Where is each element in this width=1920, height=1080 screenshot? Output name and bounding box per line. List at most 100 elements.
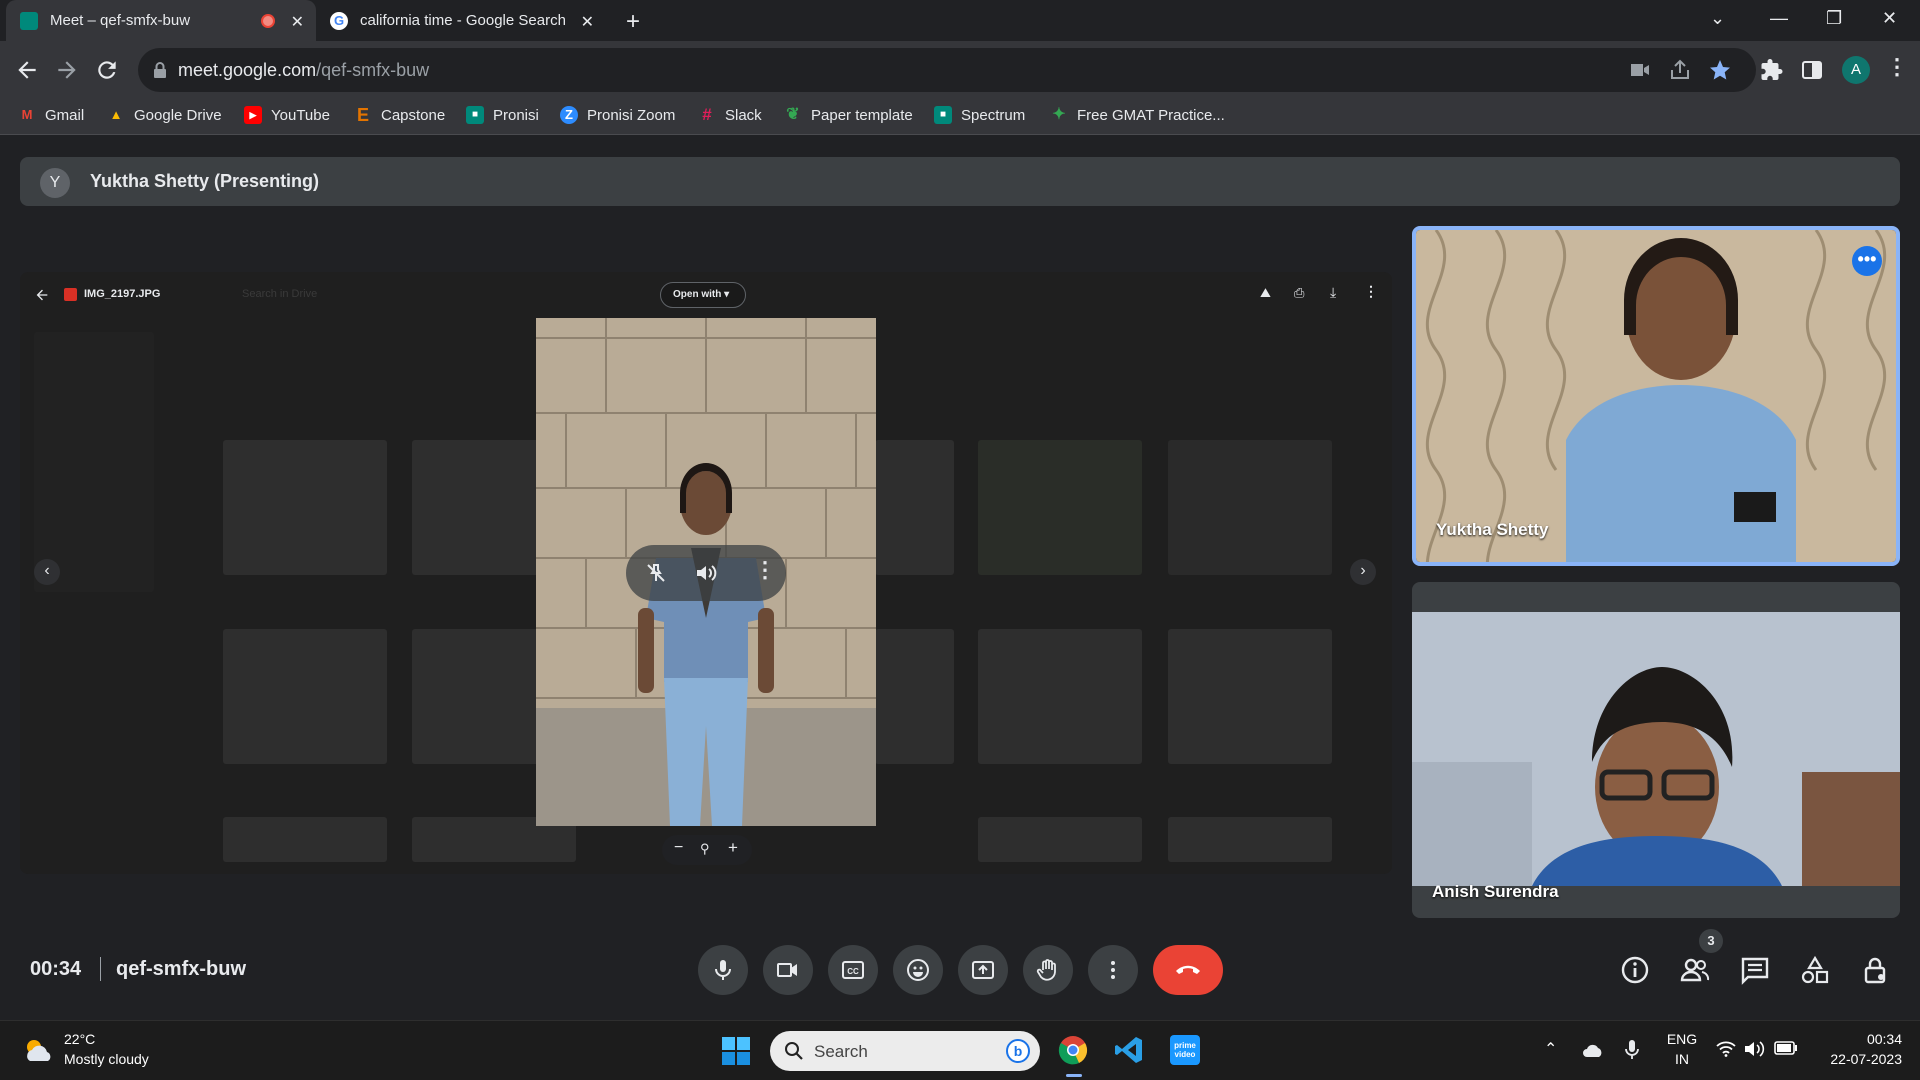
bookmark-google-drive[interactable]: ▲ Google Drive — [107, 106, 222, 124]
hang-up-icon — [1176, 965, 1200, 974]
bookmark-gmail[interactable]: M Gmail — [18, 106, 85, 124]
chat-icon[interactable] — [1740, 955, 1770, 985]
magnifier-icon: ⚲ — [700, 841, 710, 856]
share-page-icon[interactable] — [1668, 58, 1692, 82]
bookmark-slack[interactable]: # Slack — [698, 106, 761, 124]
browser-menu-icon[interactable]: ⋮ — [1886, 54, 1908, 80]
back-arrow-icon[interactable] — [14, 57, 40, 83]
vscode-taskbar-icon[interactable] — [1114, 1035, 1144, 1065]
bookmark-pronisi[interactable]: ■ Pronisi — [466, 106, 539, 124]
taskbar-search-box[interactable]: Search b — [770, 1031, 1040, 1071]
restore-icon[interactable]: ❐ — [1826, 8, 1842, 29]
minimize-icon[interactable]: — — [1770, 8, 1788, 29]
input-language[interactable]: ENG IN — [1664, 1031, 1700, 1067]
reload-icon[interactable] — [94, 57, 120, 83]
tile-options-icon[interactable]: ••• — [1852, 246, 1882, 276]
system-clock[interactable]: 00:34 22-07-2023 — [1812, 1031, 1902, 1067]
prime-video-taskbar-icon[interactable]: prime video — [1170, 1035, 1200, 1065]
presenter-avatar: Y — [40, 168, 70, 198]
hand-icon — [1036, 959, 1056, 981]
window-close-icon[interactable]: ✕ — [1882, 8, 1897, 29]
tab-google-search[interactable]: G california time - Google Search ✕ — [316, 0, 606, 41]
speaker-icon — [697, 565, 717, 581]
drive-viewer-header: IMG_2197.JPG Search in Drive Open with ▾… — [20, 272, 1392, 318]
close-tab-icon[interactable]: ✕ — [581, 12, 594, 32]
close-tab-icon[interactable]: ✕ — [291, 12, 304, 32]
drive-thumbnail — [223, 629, 387, 764]
file-name: IMG_2197.JPG — [84, 288, 161, 300]
add-shortcut-icon: ⛰ — [1260, 285, 1271, 300]
shared-screen[interactable]: IMG_2197.JPG Search in Drive Open with ▾… — [20, 272, 1392, 874]
windows-taskbar: 22°C Mostly cloudy Search b prime video ⌃… — [0, 1020, 1920, 1080]
drive-thumbnail — [875, 440, 954, 575]
emoji-icon — [907, 959, 929, 981]
image-file-icon — [64, 288, 77, 301]
microphone-button[interactable] — [698, 945, 748, 995]
activities-icon[interactable] — [1800, 955, 1830, 985]
search-label: Search — [814, 1042, 868, 1061]
meet-icon: ■ — [466, 106, 484, 124]
forward-arrow-icon[interactable] — [54, 57, 80, 83]
windows-start-icon[interactable] — [722, 1037, 750, 1065]
youtube-icon: ▶ — [244, 106, 262, 124]
bookmark-capstone[interactable]: E Capstone — [354, 106, 445, 124]
svg-text:b: b — [1014, 1043, 1023, 1059]
drive-thumbnail — [978, 817, 1142, 862]
host-controls-lock-icon[interactable] — [1860, 955, 1890, 985]
onedrive-icon[interactable] — [1582, 1042, 1604, 1058]
drive-thumbnail — [978, 440, 1142, 575]
participant-tile-anish[interactable]: Anish Surendra — [1412, 582, 1900, 918]
chrome-taskbar-icon[interactable] — [1058, 1035, 1088, 1065]
bookmark-spectrum[interactable]: ■ Spectrum — [934, 106, 1025, 124]
reactions-button[interactable] — [893, 945, 943, 995]
show-hidden-icons-icon[interactable]: ⌃ — [1544, 1039, 1557, 1059]
bookmark-star-icon[interactable] — [1708, 58, 1732, 82]
profile-avatar[interactable]: A — [1842, 56, 1870, 84]
drive-thumbnail — [1168, 817, 1332, 862]
tray-microphone-icon[interactable] — [1624, 1039, 1640, 1061]
bookmark-pronisi-zoom[interactable]: Z Pronisi Zoom — [560, 106, 675, 124]
camera-icon — [777, 963, 797, 977]
capstone-icon: E — [356, 105, 369, 125]
participant-tile-yuktha[interactable]: ••• Yuktha Shetty — [1412, 226, 1900, 566]
camera-in-use-icon[interactable] — [1628, 58, 1652, 82]
camera-button[interactable] — [763, 945, 813, 995]
more-options-button[interactable] — [1088, 945, 1138, 995]
zoom-controls: − ⚲ + — [662, 835, 752, 865]
cloudy-weather-icon[interactable] — [20, 1035, 56, 1065]
address-bar[interactable]: meet.google.com/qef-smfx-buw — [138, 48, 1756, 92]
leave-call-button[interactable] — [1153, 945, 1223, 995]
captions-button[interactable]: CC — [828, 945, 878, 995]
people-icon[interactable] — [1680, 955, 1710, 985]
battery-icon[interactable] — [1774, 1041, 1798, 1055]
chrome-active-indicator — [1066, 1074, 1082, 1077]
participant-name: Yuktha Shetty — [1436, 520, 1549, 539]
more-vertical-icon — [1111, 961, 1115, 979]
lock-icon[interactable] — [152, 61, 168, 79]
tab-meet[interactable]: Meet – qef-smfx-buw ✕ — [6, 0, 316, 41]
drive-sidebar-placeholder — [34, 332, 154, 592]
microphone-icon — [715, 960, 731, 980]
meeting-details-icon[interactable] — [1620, 955, 1650, 985]
drive-thumbnail — [978, 629, 1142, 764]
svg-text:CC: CC — [847, 967, 859, 976]
new-tab-icon[interactable]: + — [626, 8, 640, 36]
side-panel-icon[interactable] — [1800, 58, 1824, 82]
extensions-icon[interactable] — [1760, 58, 1784, 82]
raise-hand-button[interactable] — [1023, 945, 1073, 995]
bookmark-youtube[interactable]: ▶ YouTube — [244, 106, 330, 124]
bookmark-gmat[interactable]: ✦ Free GMAT Practice... — [1050, 106, 1225, 124]
browser-toolbar: meet.google.com/qef-smfx-buw A ⋮ — [0, 41, 1920, 99]
leaf-icon: ❦ — [786, 106, 800, 123]
tab-search-chevron-icon[interactable]: ⌄ — [1710, 8, 1725, 29]
presenting-label: Yuktha Shetty (Presenting) — [90, 171, 320, 191]
wifi-icon[interactable] — [1716, 1041, 1736, 1057]
volume-icon[interactable] — [1744, 1040, 1766, 1058]
drive-search-placeholder: Search in Drive — [242, 288, 318, 300]
tab-strip: Meet – qef-smfx-buw ✕ G california time … — [0, 0, 1920, 41]
bookmark-paper-template[interactable]: ❦ Paper template — [784, 106, 912, 124]
meeting-clock: 00:34 — [30, 958, 82, 980]
drive-thumbnail — [1168, 440, 1332, 575]
present-screen-button[interactable] — [958, 945, 1008, 995]
drive-icon: ▲ — [109, 107, 123, 122]
